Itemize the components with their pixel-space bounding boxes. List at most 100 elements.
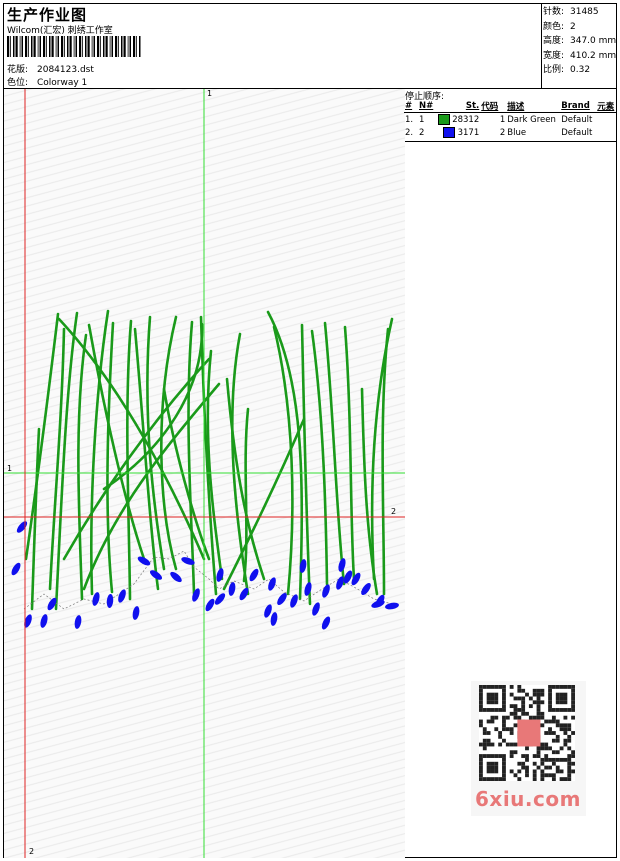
qr-module [567, 777, 572, 781]
qr-module [555, 738, 560, 743]
qr-module [571, 685, 575, 689]
row-stitches: 28312 [452, 115, 480, 125]
qr-module [502, 769, 506, 774]
qr-seal [517, 719, 541, 747]
design-scale: 比例: 0.32 [543, 63, 616, 78]
green-strand [310, 329, 329, 586]
blue-petal [322, 584, 330, 598]
barcode-bar [105, 36, 108, 57]
blue-petal [321, 616, 331, 630]
qr-module [559, 696, 564, 701]
col-index: # [404, 100, 418, 113]
barcode-bar [85, 36, 87, 57]
qr-module [548, 708, 552, 712]
qr-module [548, 688, 552, 693]
qr-module [494, 685, 499, 689]
barcode-bar [136, 36, 137, 57]
qr-module [494, 727, 499, 732]
green-strand [343, 325, 356, 581]
qr-module [479, 719, 483, 724]
design-width-label: 宽度: [543, 50, 565, 61]
qr-module [498, 734, 503, 739]
qr-module [555, 765, 560, 770]
qr-module [486, 738, 491, 743]
qr-module [525, 692, 529, 697]
qr-module [544, 765, 549, 770]
row-code: 2 [499, 127, 506, 138]
qr-module [536, 692, 541, 697]
qr-module [571, 688, 575, 693]
watermark: 6xiu.com [471, 681, 586, 816]
barcode-bar [79, 36, 82, 57]
qr-module [517, 685, 522, 689]
qr-module [509, 754, 514, 758]
qr-module [494, 765, 499, 770]
colorway-value: Colorway 1 [37, 78, 88, 88]
blue-petal [24, 614, 32, 628]
qr-module [505, 727, 510, 732]
qr-module [502, 688, 506, 693]
qr-module [521, 765, 526, 770]
qr-module [482, 742, 487, 747]
blue-petal [290, 594, 298, 608]
barcode-bar [25, 36, 28, 57]
qr-module [540, 715, 545, 720]
qr-module [486, 754, 491, 758]
qr-module [509, 711, 514, 716]
qr-module [536, 688, 541, 693]
qr-module [536, 715, 541, 720]
legend-row[interactable]: 2. 2 3171 2 Blue Default [404, 126, 616, 139]
qr-module [479, 754, 483, 758]
qr-module [559, 757, 564, 762]
qr-module [532, 692, 537, 697]
qr-module [559, 708, 564, 712]
qr-module [532, 777, 537, 781]
qr-module [517, 761, 522, 766]
blue-petal [268, 577, 276, 591]
green-strand [106, 321, 115, 594]
qr-module [482, 727, 487, 732]
qr-module [521, 708, 526, 712]
qr-module [525, 773, 529, 778]
stitch-count: 针数: 31485 [543, 5, 616, 20]
qr-module [505, 742, 510, 747]
qr-module [525, 765, 529, 770]
qr-module [490, 715, 495, 720]
qr-module [479, 773, 483, 778]
barcode-bar [39, 36, 41, 57]
qr-module [540, 761, 545, 766]
qr-module [563, 723, 568, 728]
col-stitches: St. [434, 100, 481, 113]
qr-module [540, 742, 545, 747]
red-vertical-guide-label: 2 [29, 847, 35, 856]
qr-module [490, 742, 495, 747]
qr-module [513, 704, 518, 709]
legend-row[interactable]: 1. 1 28312 1 Dark Green Default [404, 113, 616, 127]
qr-module [571, 731, 575, 735]
qr-module [536, 765, 541, 770]
qr-module [563, 692, 568, 697]
qr-module [521, 761, 526, 766]
blue-petal [11, 562, 21, 576]
qr-module [525, 757, 529, 762]
qr-module [486, 685, 491, 689]
color-swatch [437, 114, 450, 125]
row-element [596, 126, 616, 139]
embroidery-preview[interactable]: 1 1 2 2 [4, 89, 405, 858]
qr-module [551, 719, 556, 724]
qr-module [551, 731, 556, 735]
qr-module [555, 719, 560, 724]
row-code: 1 [499, 114, 506, 125]
qr-module [525, 746, 529, 751]
green-strand [242, 407, 250, 583]
design-scale-value: 0.32 [570, 65, 591, 75]
qr-module [509, 692, 514, 697]
qr-module [548, 757, 552, 762]
qr-module [479, 692, 483, 697]
design-file-label: 花版: [7, 65, 29, 75]
qr-module [482, 685, 487, 689]
barcode-bar [129, 36, 131, 57]
barcode-bar [46, 36, 47, 57]
qr-module [544, 773, 549, 778]
barcode-bar [91, 36, 93, 57]
